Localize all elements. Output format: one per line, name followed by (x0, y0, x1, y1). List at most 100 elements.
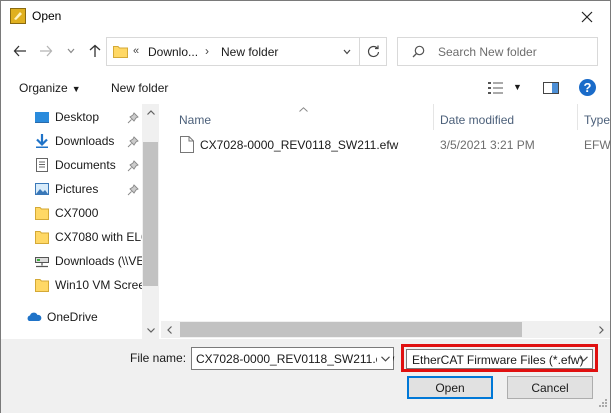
scrollbar-thumb[interactable] (180, 322, 522, 337)
file-name-dropdown-button[interactable] (377, 348, 393, 369)
file-list[interactable]: Name Date modified Type CX7028-0000_REV0… (161, 104, 611, 339)
view-caret-down-icon[interactable]: ▼ (513, 82, 522, 92)
pin-icon (127, 160, 139, 172)
pin-icon (127, 136, 139, 148)
sidebar-item-desktop[interactable]: Desktop (34, 107, 142, 127)
address-dropdown-button[interactable] (333, 38, 359, 65)
back-arrow-icon (13, 45, 26, 57)
organize-button[interactable]: Organize ▼ (19, 81, 81, 95)
network-drive-icon (34, 253, 50, 269)
folder-icon (34, 205, 50, 221)
sidebar-item-onedrive[interactable]: OneDrive (26, 307, 138, 327)
folder-icon (34, 277, 50, 293)
close-button[interactable] (564, 1, 610, 32)
file-name-field[interactable]: CX7028-0000_REV0118_SW211.efw (191, 347, 394, 370)
open-dialog: Open « Downlo... › New folder Search New… (0, 0, 611, 413)
file-name-value: CX7028-0000_REV0118_SW211.efw (196, 352, 395, 366)
scroll-left-icon[interactable] (161, 321, 178, 338)
file-date: 3/5/2021 3:21 PM (440, 138, 535, 152)
navigation-pane: Desktop Downloads Documents Pictures CX7… (1, 104, 159, 339)
forward-arrow-icon (40, 45, 53, 57)
breadcrumb-new-folder[interactable]: New folder (221, 45, 278, 59)
file-type-value: EtherCAT Firmware Files (*.efw) (412, 353, 584, 367)
help-icon[interactable]: ? (579, 79, 596, 96)
desktop-icon (34, 109, 50, 125)
scroll-down-icon[interactable] (142, 322, 159, 339)
breadcrumb-downloads[interactable]: Downlo... (148, 45, 198, 59)
file-type-select[interactable]: EtherCAT Firmware Files (*.efw) (406, 349, 593, 369)
file-type-highlight: EtherCAT Firmware Files (*.efw) (401, 344, 598, 372)
title-bar[interactable]: Open (1, 1, 610, 32)
column-header-name[interactable]: Name (179, 113, 211, 127)
chevron-down-icon[interactable] (576, 352, 590, 366)
caret-down-icon: ▼ (71, 84, 81, 94)
app-icon (10, 8, 26, 24)
up-button[interactable] (85, 41, 105, 61)
cancel-button[interactable]: Cancel (507, 376, 593, 399)
pictures-icon (34, 181, 50, 197)
pin-icon (127, 112, 139, 124)
breadcrumb-separator[interactable]: › (205, 44, 209, 58)
sidebar-item-label: CX7080 with EL6 (55, 230, 142, 244)
document-icon (34, 157, 50, 173)
column-divider[interactable] (433, 104, 434, 130)
refresh-button[interactable] (359, 38, 387, 65)
chevron-down-icon (380, 355, 390, 362)
overflow-chevron[interactable]: « (133, 45, 139, 57)
address-bar[interactable]: « Downlo... › New folder (106, 37, 387, 66)
chevron-down-icon (343, 49, 350, 54)
details-view-icon (488, 82, 503, 94)
sidebar-item-pictures[interactable]: Pictures (34, 179, 142, 199)
search-placeholder: Search New folder (438, 45, 537, 59)
preview-pane-icon (543, 82, 559, 94)
sidebar-item-label: Downloads (55, 134, 115, 148)
file-name-label: File name: (130, 351, 187, 365)
resize-grip-icon[interactable] (598, 397, 608, 411)
file-row[interactable]: CX7028-0000_REV0118_SW211.efw 3/5/2021 3… (161, 134, 611, 156)
up-arrow-icon (89, 44, 101, 57)
scroll-up-icon[interactable] (142, 104, 159, 121)
sidebar-item-win10-vm[interactable]: Win10 VM Scree (34, 275, 142, 295)
command-bar: Organize ▼ New folder ▼ ? (1, 73, 610, 104)
search-icon (412, 45, 425, 61)
close-icon (581, 11, 593, 22)
column-header-type[interactable]: Type (584, 113, 610, 127)
file-type: EFW (584, 138, 611, 152)
pin-icon (127, 184, 139, 196)
forward-button[interactable] (36, 41, 56, 61)
open-button[interactable]: Open (407, 376, 493, 399)
preview-pane-button[interactable] (542, 80, 560, 99)
folder-icon (113, 45, 128, 61)
dialog-footer: File name: CX7028-0000_REV0118_SW211.efw… (1, 339, 610, 413)
navigation-pane-scrollbar[interactable] (142, 104, 159, 339)
sidebar-item-downloads[interactable]: Downloads (34, 131, 142, 151)
sidebar-item-label: Documents (55, 158, 116, 172)
sidebar-item-label: CX7000 (55, 206, 99, 220)
column-divider[interactable] (577, 104, 578, 130)
file-name: CX7028-0000_REV0118_SW211.efw (200, 138, 399, 152)
column-header-date-modified[interactable]: Date modified (440, 113, 514, 127)
sidebar-item-documents[interactable]: Documents (34, 155, 142, 175)
sidebar-item-label: Pictures (55, 182, 99, 196)
sidebar-item-label: Desktop (55, 110, 100, 124)
new-folder-button[interactable]: New folder (111, 81, 168, 95)
file-list-horizontal-scrollbar[interactable] (161, 321, 610, 338)
window-title: Open (32, 9, 62, 23)
view-options-button[interactable] (487, 80, 505, 99)
scroll-right-icon[interactable] (593, 321, 610, 338)
sidebar-item-label: Downloads (\\VE (55, 254, 142, 268)
sidebar-item-cx7000[interactable]: CX7000 (34, 203, 142, 223)
sidebar-item-label: OneDrive (47, 310, 98, 324)
navigation-row: « Downlo... › New folder Search New fold… (1, 37, 610, 67)
sort-ascending-icon (299, 104, 308, 114)
back-button[interactable] (10, 41, 30, 61)
organize-label: Organize (19, 81, 68, 95)
download-icon (34, 133, 50, 149)
scrollbar-thumb[interactable] (143, 142, 158, 286)
sidebar-item-network-downloads[interactable]: Downloads (\\VE (34, 251, 142, 271)
onedrive-icon (26, 309, 42, 325)
recent-locations-button[interactable] (61, 41, 81, 61)
sidebar-item-cx7080[interactable]: CX7080 with EL6 (34, 227, 142, 247)
folder-icon (34, 229, 50, 245)
search-input[interactable]: Search New folder (397, 37, 598, 66)
